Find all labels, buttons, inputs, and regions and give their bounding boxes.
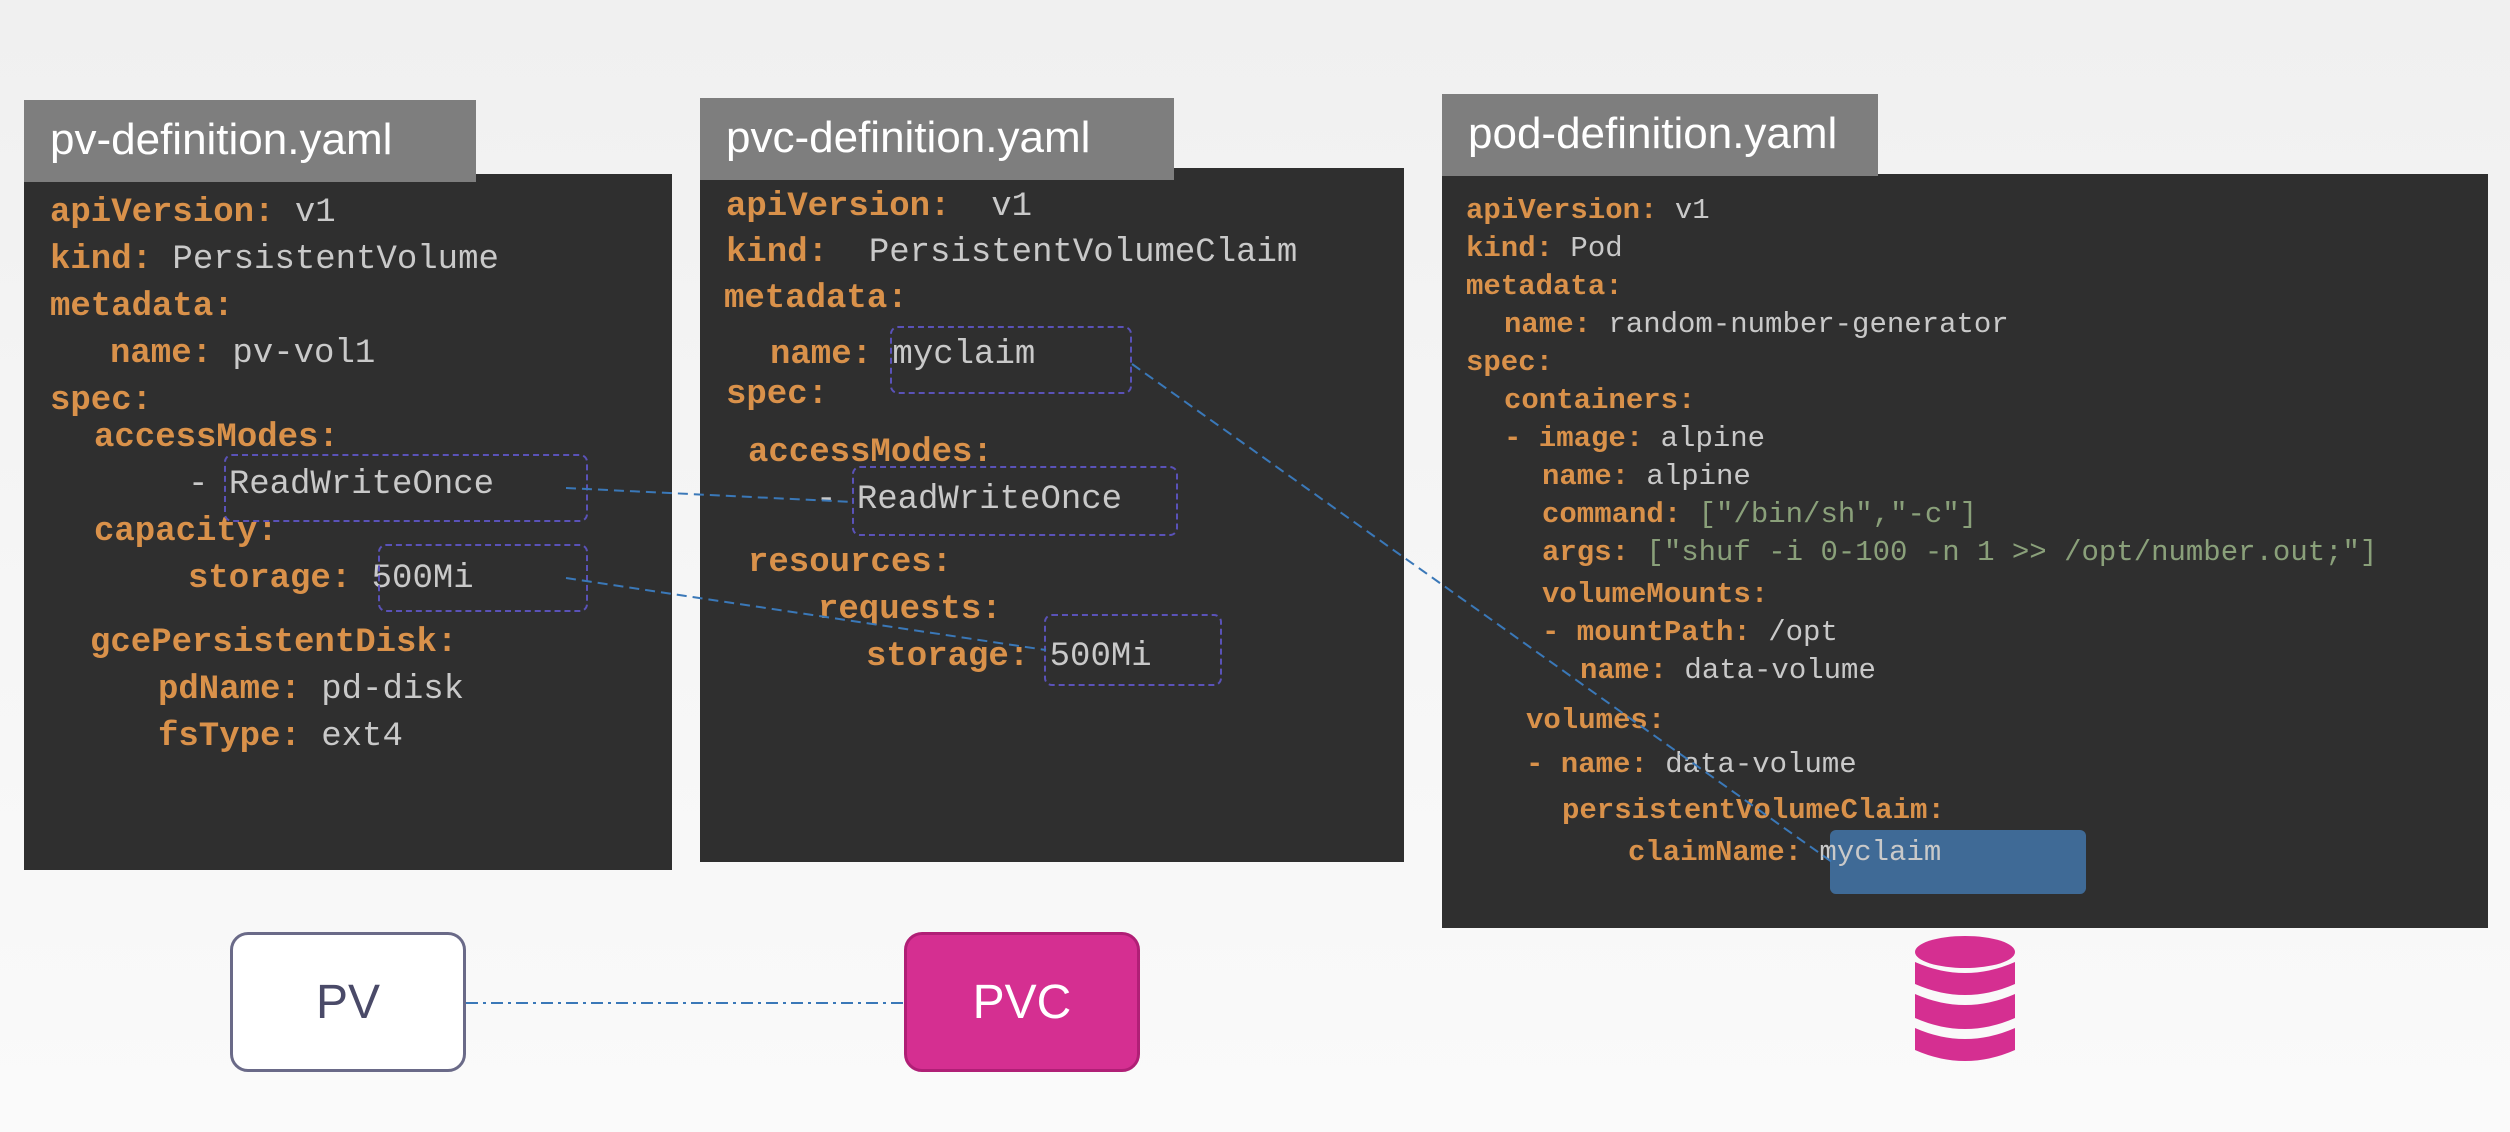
pv-node-label: PV xyxy=(315,975,381,1029)
pv-pvc-storage-link xyxy=(565,577,1047,651)
database-icon xyxy=(1915,936,2015,1061)
pvc-pod-claim-link xyxy=(1131,363,1833,863)
pv-pvc-access-link xyxy=(565,487,855,503)
pv-node[interactable]: PV xyxy=(230,932,466,1072)
pvc-node[interactable]: PVC xyxy=(904,932,1140,1072)
pvc-node-label: PVC xyxy=(972,975,1072,1029)
